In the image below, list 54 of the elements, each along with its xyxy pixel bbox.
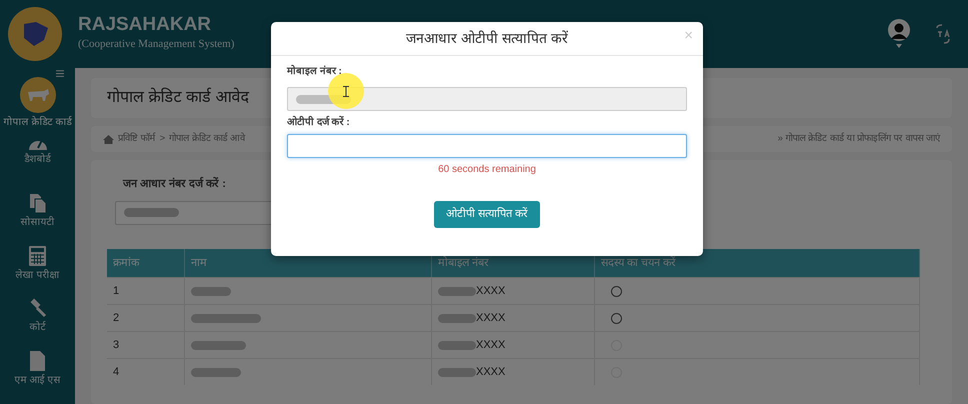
- page-title: गोपाल क्रेडिट कार्ड आवेद: [107, 86, 250, 108]
- translate-icon[interactable]: [934, 24, 952, 44]
- table-cell-text: XXXX: [476, 338, 506, 353]
- calculator-icon: [29, 246, 46, 266]
- field-label: मोबाइल नंबर :: [287, 64, 343, 79]
- redacted-text: [191, 286, 231, 296]
- sidebar-item[interactable]: डैशबोर्ड: [24, 140, 50, 183]
- table-cell-text: XXXX: [476, 311, 506, 326]
- documents-icon: [28, 192, 46, 213]
- table-cell: 2: [107, 304, 185, 332]
- redacted-text: [124, 208, 179, 218]
- gauge-icon: [28, 140, 48, 150]
- app-subtitle: (Cooperative Management System): [78, 37, 234, 52]
- table-cell: 1: [107, 277, 185, 304]
- app-title: RAJSAHAKAR: [78, 15, 212, 36]
- redacted-text: [191, 340, 246, 350]
- breadcrumb-link[interactable]: प्रविष्टि फॉर्म: [118, 132, 156, 146]
- gavel-icon: [28, 298, 48, 318]
- sidebar-item[interactable]: सोसायटी: [20, 192, 54, 236]
- field-label: ओटीपी दर्ज करें :: [287, 115, 351, 130]
- cursor-icon: [328, 73, 364, 109]
- column-header: क्रमांक: [107, 248, 185, 278]
- field-label: जन आधार नंबर दर्ज करें :: [123, 176, 227, 192]
- redacted-text: [438, 314, 476, 323]
- otp-input-field[interactable]: [287, 134, 687, 158]
- user-avatar-icon[interactable]: [888, 19, 910, 49]
- column-header: सदस्य का चयन करें: [595, 248, 920, 278]
- sidebar-item[interactable]: गोपाल क्रेडिट कार्ड: [4, 77, 72, 130]
- redacted-text: [438, 340, 476, 350]
- logo: [8, 7, 62, 61]
- table-cell-text: XXXX: [476, 365, 506, 380]
- menu-icon[interactable]: [55, 70, 65, 78]
- close-button[interactable]: ×: [684, 28, 693, 43]
- verify-otp-button[interactable]: ओटीपी सत्यापित करें: [434, 201, 540, 228]
- table-cell: 3: [107, 331, 185, 358]
- table-cell: 4: [107, 358, 185, 386]
- radio-button[interactable]: [611, 312, 622, 324]
- breadcrumb-link[interactable]: गोपाल क्रेडिट कार्ड आवे: [169, 132, 246, 146]
- redacted-text: [438, 368, 476, 377]
- redacted-text: [191, 314, 261, 323]
- table-cell-text: XXXX: [476, 284, 506, 299]
- file-icon: [30, 351, 45, 372]
- back-link[interactable]: » गोपाल क्रेडिट कार्ड या प्रोफाइलिंग पर वापस जाएं: [778, 132, 940, 146]
- redacted-text: [438, 286, 476, 296]
- sidebar-item[interactable]: कोर्ट: [28, 298, 48, 342]
- sidebar-item[interactable]: एम आई एस: [14, 351, 60, 394]
- breadcrumb-separator: >: [160, 132, 166, 146]
- redacted-text: [191, 368, 241, 377]
- radio-button[interactable]: [611, 286, 622, 297]
- cow-icon: [20, 77, 56, 114]
- sidebar-item[interactable]: लेखा परीक्षा: [16, 246, 60, 288]
- countdown-text: 60 seconds remaining: [437, 163, 537, 177]
- home-icon[interactable]: [103, 134, 114, 144]
- modal-title: जनआधार ओटीपी सत्यापित करें: [406, 29, 568, 48]
